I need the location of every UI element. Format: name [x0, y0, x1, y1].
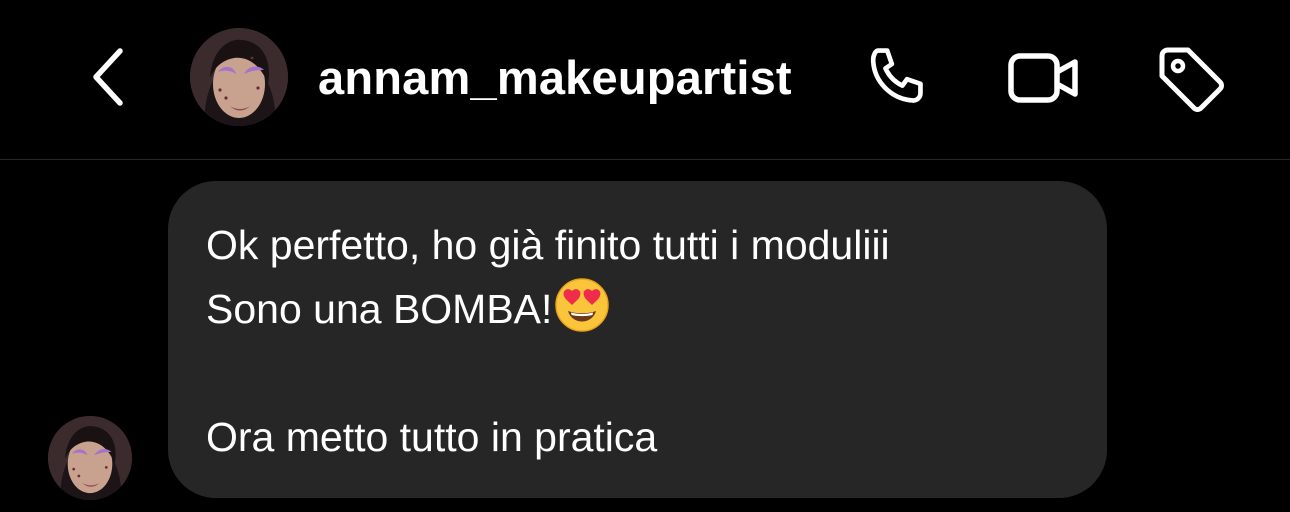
- message-line: Ora metto tutto in pratica: [206, 414, 658, 460]
- voice-call-button[interactable]: [858, 38, 938, 118]
- tag-icon: [1159, 47, 1224, 112]
- message-bubble[interactable]: Ok perfetto, ho già finito tutti i modul…: [168, 181, 1107, 498]
- chat-header: annam_makeupartist: [0, 0, 1290, 160]
- message-line: Sono una BOMBA!: [206, 286, 553, 332]
- message-line: Ok perfetto, ho già finito tutti i modul…: [206, 222, 890, 268]
- phone-icon: [870, 48, 923, 103]
- message-line-with-emoji: Sono una BOMBA!: [206, 277, 1071, 341]
- message-sender-avatar[interactable]: [48, 416, 132, 500]
- video-camera-icon: [1008, 53, 1078, 103]
- heart-eyes-emoji: [555, 278, 610, 332]
- chevron-left-icon: [93, 48, 123, 106]
- profile-photo: [190, 28, 288, 126]
- video-call-button[interactable]: [1004, 38, 1084, 118]
- profile-photo: [48, 416, 132, 500]
- tag-button[interactable]: [1150, 38, 1230, 118]
- avatar[interactable]: [190, 28, 288, 126]
- back-button[interactable]: [82, 42, 134, 112]
- chat-username[interactable]: annam_makeupartist: [318, 50, 792, 106]
